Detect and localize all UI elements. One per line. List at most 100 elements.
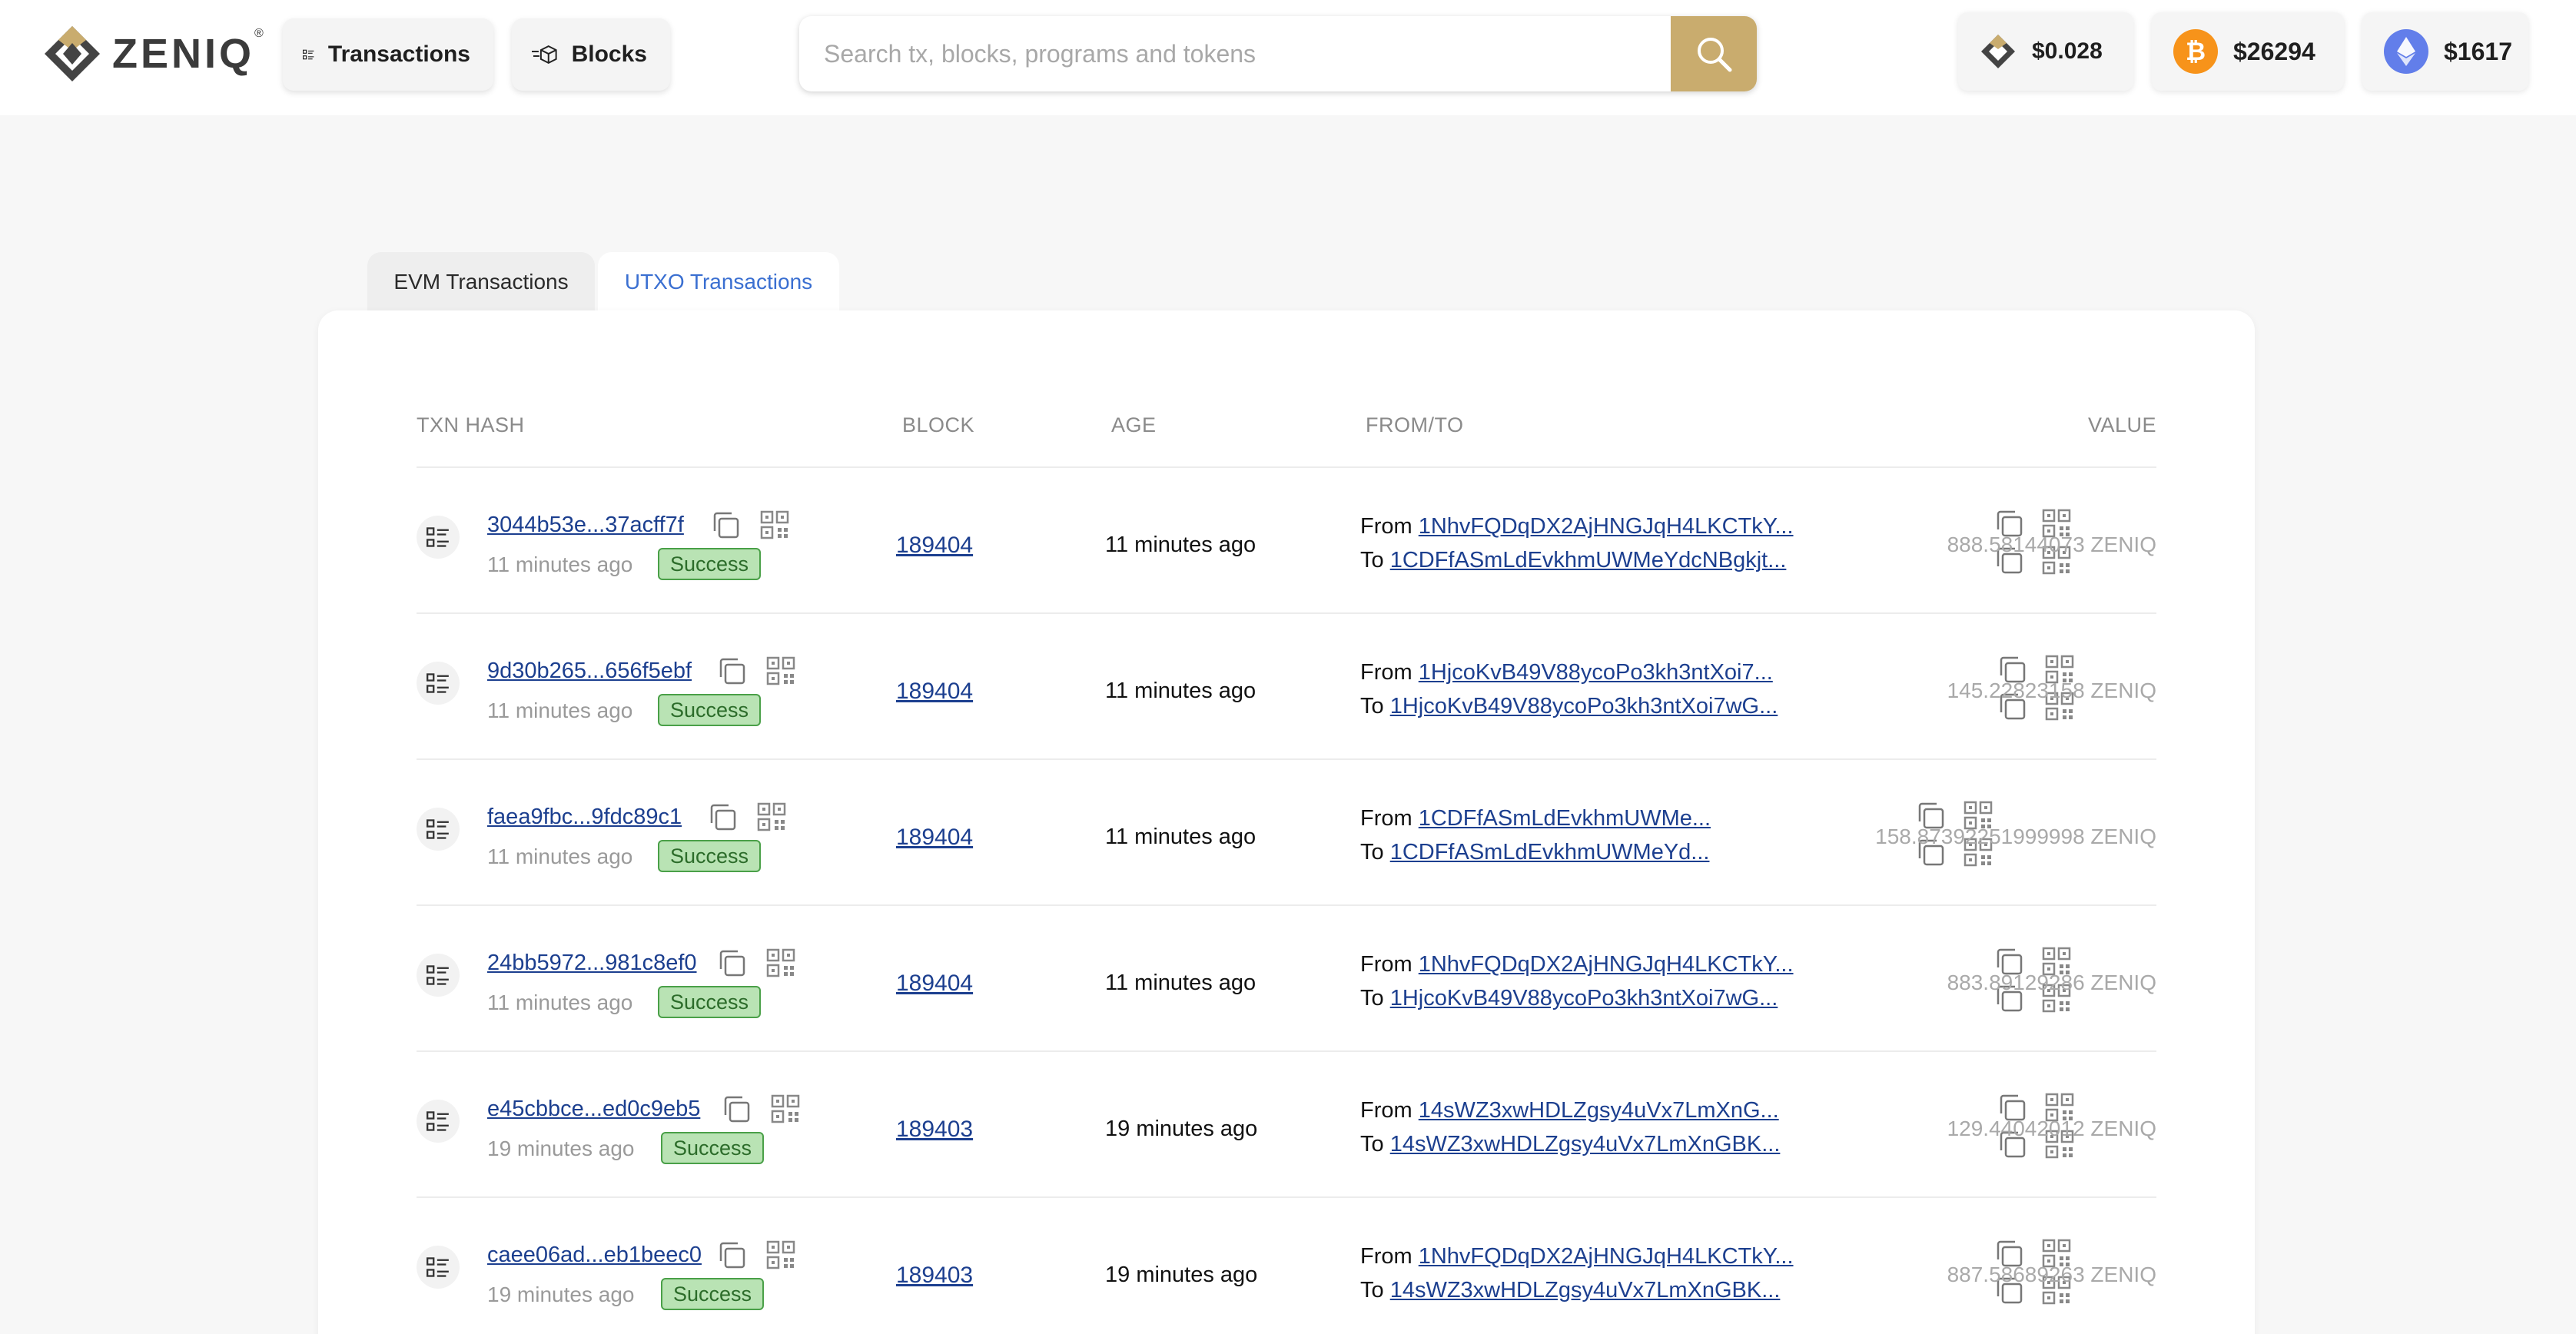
column-header-block: BLOCK bbox=[902, 413, 975, 436]
hash-tools bbox=[707, 801, 787, 832]
copy-icon[interactable] bbox=[710, 509, 741, 540]
copy-icon[interactable] bbox=[716, 655, 747, 686]
to-label: To bbox=[1360, 694, 1384, 718]
txn-sub-age: 11 minutes ago bbox=[487, 699, 633, 722]
from-address-link[interactable]: 1NhvFQDqDX2AjHNGJqH4LKCTkY... bbox=[1419, 514, 1794, 539]
txn-age: 11 minutes ago bbox=[1105, 679, 1256, 703]
hash-tools bbox=[716, 655, 796, 686]
nav-transactions-button[interactable]: Transactions bbox=[283, 18, 493, 91]
qr-code-icon[interactable] bbox=[756, 801, 787, 832]
btc-price-value: $26294 bbox=[2233, 37, 2315, 65]
txn-value: 883.89129286 ZENIQ bbox=[1947, 971, 2156, 994]
to-label: To bbox=[1360, 1132, 1384, 1156]
zeniq-coin-icon bbox=[1981, 35, 2015, 68]
txn-value: 129.44042012 ZENIQ bbox=[1947, 1117, 2156, 1140]
to-address-link[interactable]: 1CDFfASmLdEvkhmUWMeYdcNBgkjt... bbox=[1390, 548, 1787, 572]
qr-code-icon[interactable] bbox=[759, 509, 790, 540]
nav-blocks-button[interactable]: Blocks bbox=[512, 18, 670, 91]
from-address-link[interactable]: 1NhvFQDqDX2AjHNGJqH4LKCTkY... bbox=[1419, 952, 1794, 977]
table-row: faea9fbc...9fdc89c1 11 minutes ago Success… bbox=[417, 758, 2156, 904]
hash-tools bbox=[716, 1239, 796, 1270]
qr-code-icon[interactable] bbox=[765, 655, 796, 686]
eth-price-widget[interactable]: $1617 bbox=[2362, 12, 2528, 91]
txn-age: 11 minutes ago bbox=[1105, 825, 1256, 849]
txn-hash-link[interactable]: faea9fbc...9fdc89c1 bbox=[487, 805, 682, 830]
txn-age: 19 minutes ago bbox=[1105, 1117, 1258, 1141]
status-badge: Success bbox=[658, 694, 762, 726]
from-address-link[interactable]: 1HjcoKvB49V88ycoPo3kh3ntXoi7... bbox=[1419, 660, 1773, 685]
qr-code-icon[interactable] bbox=[765, 1239, 796, 1270]
hash-tools bbox=[721, 1093, 801, 1124]
search-bar bbox=[799, 16, 1757, 91]
from-line: From 1NhvFQDqDX2AjHNGJqH4LKCTkY... bbox=[1360, 1244, 1794, 1269]
transaction-type-list-icon bbox=[417, 1100, 460, 1143]
logo-wordmark: ZENIQ® bbox=[112, 27, 267, 77]
to-address-link[interactable]: 1HjcoKvB49V88ycoPo3kh3ntXoi7wG... bbox=[1390, 694, 1778, 718]
copy-icon[interactable] bbox=[721, 1093, 752, 1124]
block-number-link[interactable]: 189404 bbox=[896, 971, 973, 997]
table-row: 3044b53e...37acff7f 11 minutes ago Success… bbox=[417, 466, 2156, 612]
txn-hash-link[interactable]: 3044b53e...37acff7f bbox=[487, 513, 684, 538]
from-line: From 14sWZ3xwHDLZgsy4uVx7LmXnG... bbox=[1360, 1098, 1779, 1123]
zeniq-price-widget[interactable]: $0.028 bbox=[1958, 12, 2133, 91]
top-header: ZENIQ® Transactions Blocks Search tx, bl… bbox=[0, 0, 2576, 115]
from-label: From bbox=[1360, 1244, 1412, 1269]
search-button[interactable] bbox=[1671, 16, 1757, 91]
from-address-link[interactable]: 1CDFfASmLdEvkhmUWMe... bbox=[1419, 806, 1711, 831]
block-number-link[interactable]: 189404 bbox=[896, 679, 973, 705]
from-label: From bbox=[1360, 1098, 1412, 1123]
from-label: From bbox=[1360, 514, 1412, 539]
to-label: To bbox=[1360, 986, 1384, 1010]
to-address-link[interactable]: 1CDFfASmLdEvkhmUWMeYd... bbox=[1390, 840, 1710, 864]
nav-transactions-label: Transactions bbox=[327, 41, 470, 67]
txn-value: 888.58144073 ZENIQ bbox=[1947, 533, 2156, 556]
to-line: To 1CDFfASmLdEvkhmUWMeYdcNBgkjt... bbox=[1360, 548, 1786, 573]
tab-utxo-transactions[interactable]: UTXO Transactions bbox=[598, 252, 839, 312]
zeniq-logo[interactable]: ZENIQ® bbox=[43, 23, 267, 85]
from-label: From bbox=[1360, 806, 1412, 831]
nav-blocks-label: Blocks bbox=[571, 41, 647, 67]
table-row: e45cbbce...ed0c9eb5 19 minutes ago Success… bbox=[417, 1050, 2156, 1196]
transaction-type-list-icon bbox=[417, 662, 460, 705]
txn-hash-link[interactable]: e45cbbce...ed0c9eb5 bbox=[487, 1097, 700, 1122]
qr-code-icon[interactable] bbox=[765, 947, 796, 978]
txn-hash-link[interactable]: 24bb5972...981c8ef0 bbox=[487, 951, 697, 976]
block-number-link[interactable]: 189404 bbox=[896, 533, 973, 559]
column-header-from-to: FROM/TO bbox=[1366, 413, 1464, 436]
search-input[interactable] bbox=[799, 16, 1671, 91]
txn-sub-age: 19 minutes ago bbox=[487, 1283, 635, 1306]
to-label: To bbox=[1360, 1278, 1384, 1302]
block-number-link[interactable]: 189403 bbox=[896, 1263, 973, 1289]
copy-icon[interactable] bbox=[716, 947, 747, 978]
copy-icon[interactable] bbox=[716, 1239, 747, 1270]
to-address-link[interactable]: 1HjcoKvB49V88ycoPo3kh3ntXoi7wG... bbox=[1390, 986, 1778, 1010]
transaction-type-list-icon bbox=[417, 808, 460, 851]
qr-code-icon[interactable] bbox=[770, 1093, 801, 1124]
from-address-link[interactable]: 1NhvFQDqDX2AjHNGJqH4LKCTkY... bbox=[1419, 1244, 1794, 1269]
copy-icon[interactable] bbox=[707, 801, 738, 832]
status-badge: Success bbox=[658, 548, 762, 580]
block-number-link[interactable]: 189403 bbox=[896, 1117, 973, 1143]
btc-price-widget[interactable]: ₿ $26294 bbox=[2152, 12, 2344, 91]
table-row: caee06ad...eb1beec0 19 minutes ago Success… bbox=[417, 1196, 2156, 1334]
txn-age: 19 minutes ago bbox=[1105, 1263, 1258, 1287]
hash-tools bbox=[710, 509, 790, 540]
bitcoin-icon: ₿ bbox=[2173, 29, 2218, 74]
txn-value: 158.87392251999998 ZENIQ bbox=[1875, 825, 2156, 848]
txn-hash-link[interactable]: caee06ad...eb1beec0 bbox=[487, 1243, 702, 1268]
block-number-link[interactable]: 189404 bbox=[896, 825, 973, 851]
svg-text:₿: ₿ bbox=[2186, 38, 2206, 65]
search-icon bbox=[1698, 38, 1732, 72]
txn-sub-age: 11 minutes ago bbox=[487, 845, 633, 868]
status-badge: Success bbox=[658, 986, 762, 1018]
to-address-link[interactable]: 14sWZ3xwHDLZgsy4uVx7LmXnGBK... bbox=[1390, 1278, 1781, 1302]
txn-value: 145.22823158 ZENIQ bbox=[1947, 679, 2156, 702]
transaction-type-list-icon bbox=[417, 1246, 460, 1289]
tab-evm-transactions[interactable]: EVM Transactions bbox=[367, 252, 595, 312]
column-header-age: AGE bbox=[1111, 413, 1157, 436]
txn-hash-link[interactable]: 9d30b265...656f5ebf bbox=[487, 659, 692, 684]
from-address-link[interactable]: 14sWZ3xwHDLZgsy4uVx7LmXnG... bbox=[1419, 1098, 1779, 1123]
zeniq-logo-mark-icon bbox=[45, 26, 100, 81]
to-label: To bbox=[1360, 548, 1384, 572]
to-address-link[interactable]: 14sWZ3xwHDLZgsy4uVx7LmXnGBK... bbox=[1390, 1132, 1781, 1156]
